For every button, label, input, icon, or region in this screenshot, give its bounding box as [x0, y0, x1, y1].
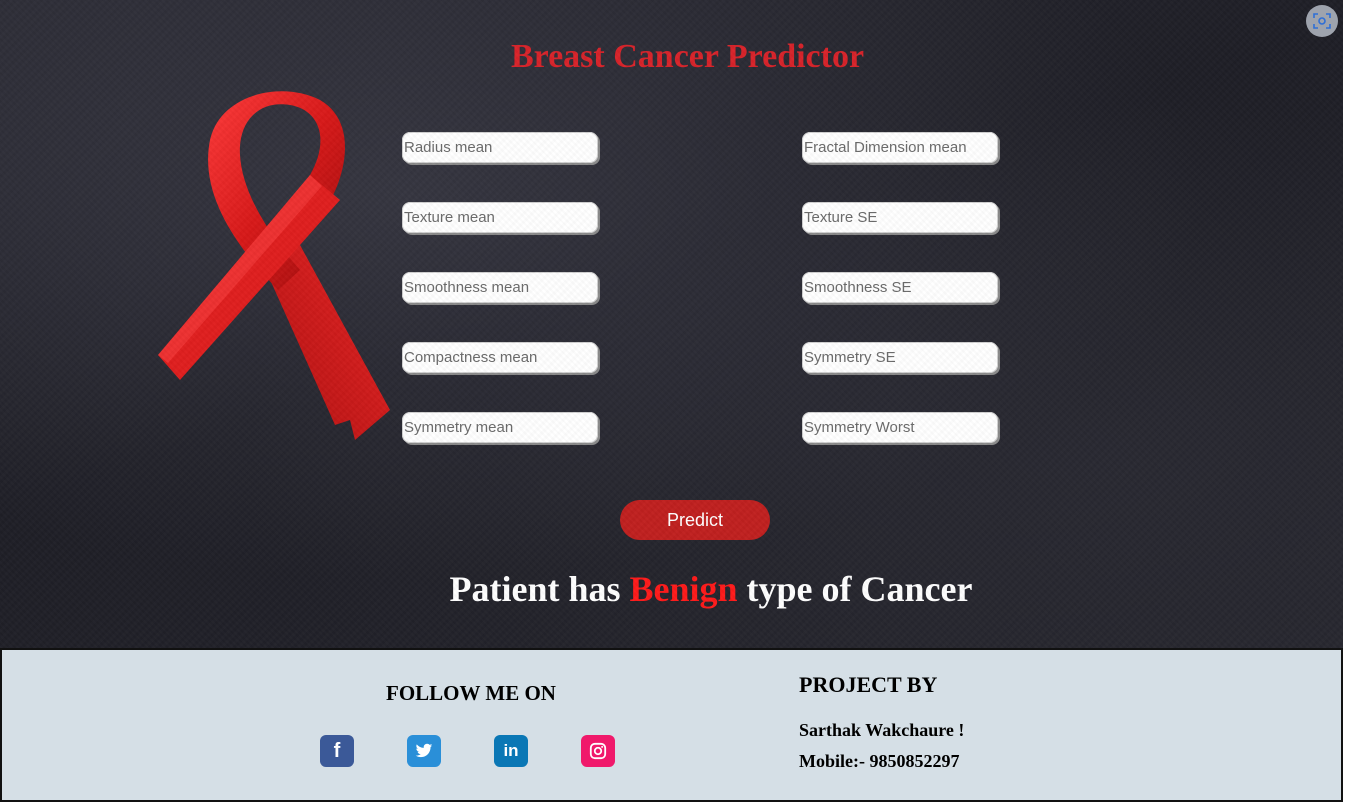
- facebook-link[interactable]: f: [320, 735, 354, 767]
- project-by-heading: PROJECT BY: [799, 672, 938, 697]
- result-suffix: type of Cancer: [746, 569, 973, 609]
- symmetry-worst-input[interactable]: [802, 412, 998, 443]
- smoothness-se-input[interactable]: [802, 272, 998, 303]
- capture-icon: [1313, 13, 1331, 29]
- screenshot-button[interactable]: [1306, 5, 1338, 37]
- symmetry-mean-input[interactable]: [402, 412, 598, 443]
- linkedin-link[interactable]: in: [494, 735, 528, 767]
- follow-heading: FOLLOW ME ON: [386, 681, 556, 705]
- compactness-mean-input[interactable]: [402, 342, 598, 373]
- footer: FOLLOW ME ON f in PROJECT BY Sarthak Wak…: [0, 648, 1343, 802]
- predict-button[interactable]: Predict: [620, 500, 770, 540]
- twitter-link[interactable]: [407, 735, 441, 767]
- awareness-ribbon-image: [158, 91, 390, 440]
- radius-mean-input[interactable]: [402, 132, 598, 163]
- page-title: Breast Cancer Predictor: [510, 38, 865, 75]
- result-prefix: Patient has: [449, 569, 621, 609]
- author-name: Sarthak Wakchaure !: [799, 720, 965, 740]
- prediction-result: Patient has Benign type of Cancer: [0, 568, 1343, 610]
- facebook-icon: f: [333, 739, 341, 762]
- instagram-icon: [589, 742, 607, 760]
- author-mobile: Mobile:- 9850852297: [799, 751, 960, 771]
- texture-se-input[interactable]: [802, 202, 998, 233]
- texture-mean-input[interactable]: [402, 202, 598, 233]
- hero-section: Breast Cancer Predictor Predict: [0, 0, 1343, 648]
- smoothness-mean-input[interactable]: [402, 272, 598, 303]
- linkedin-icon: in: [503, 741, 519, 760]
- symmetry-se-input[interactable]: [802, 342, 998, 373]
- instagram-link[interactable]: [581, 735, 615, 767]
- fractal-dimension-mean-input[interactable]: [802, 132, 998, 163]
- result-diagnosis: Benign: [629, 569, 738, 609]
- twitter-icon: [415, 743, 433, 758]
